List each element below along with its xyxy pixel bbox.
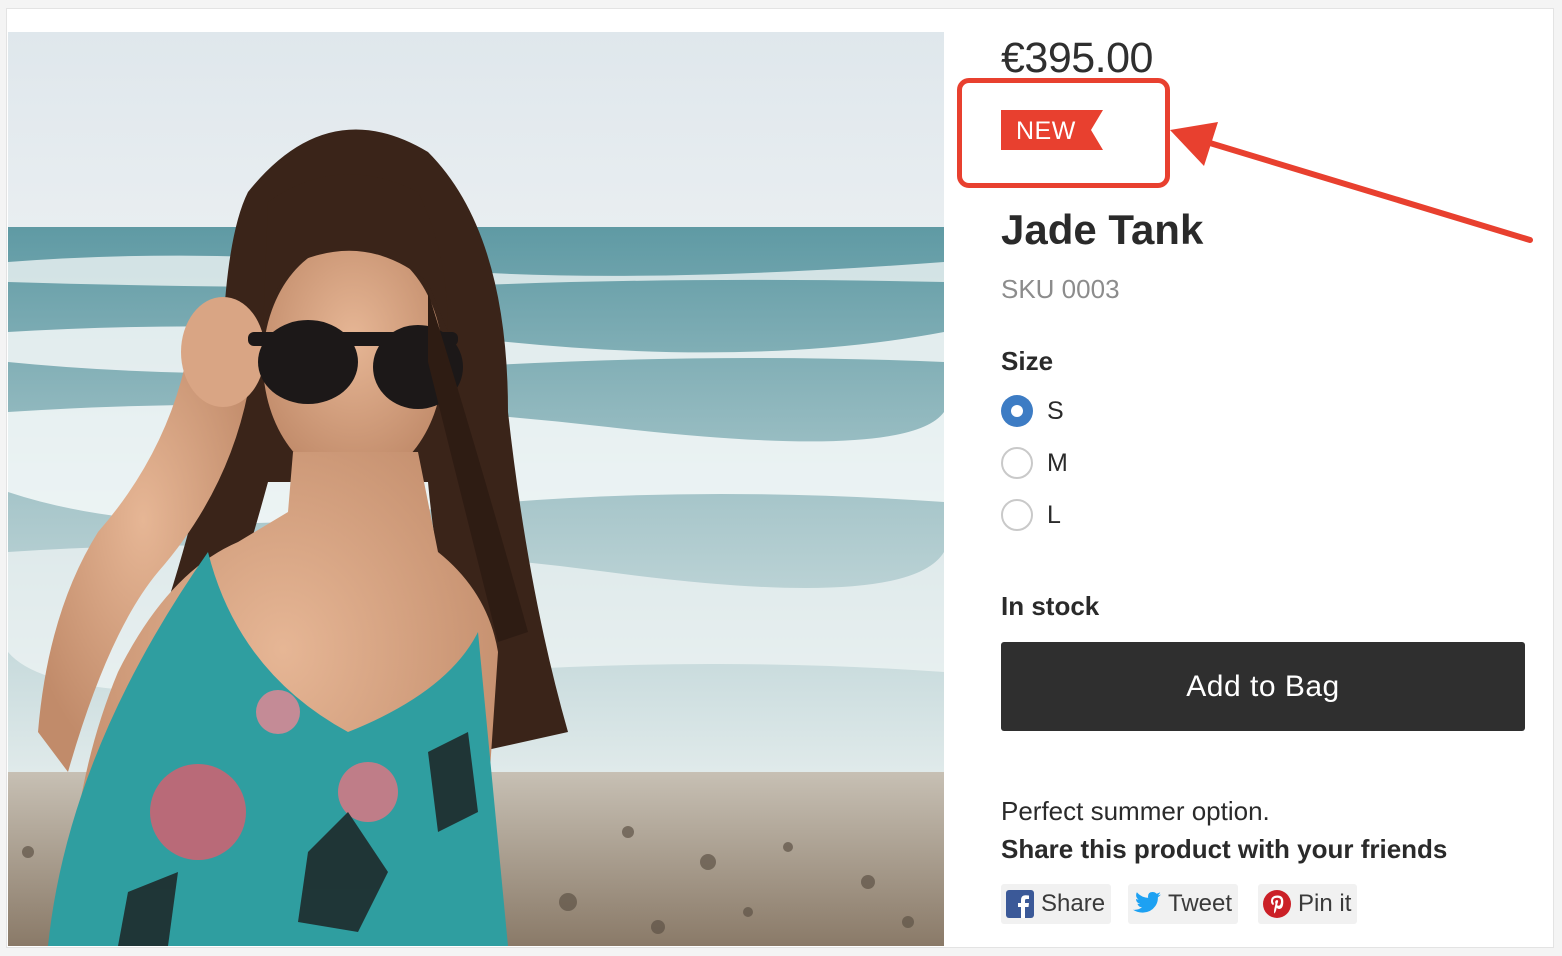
share-button-label: Pin it bbox=[1298, 890, 1352, 917]
size-option-l[interactable]: L bbox=[1001, 498, 1061, 532]
size-radio-s[interactable] bbox=[1001, 395, 1033, 427]
size-option-label: S bbox=[1047, 396, 1064, 425]
size-option-label: M bbox=[1047, 448, 1068, 477]
product-title: Jade Tank bbox=[1001, 206, 1204, 253]
pinterest-icon bbox=[1262, 889, 1292, 919]
product-sku: SKU 0003 bbox=[1001, 274, 1120, 304]
size-option-s[interactable]: S bbox=[1001, 394, 1064, 428]
share-facebook-button[interactable]: Share bbox=[1001, 884, 1112, 924]
share-button-label: Tweet bbox=[1168, 890, 1233, 917]
size-option-label: L bbox=[1047, 500, 1061, 529]
facebook-icon bbox=[1005, 889, 1035, 919]
add-to-bag-button[interactable]: Add to Bag bbox=[1001, 642, 1525, 731]
size-option-m[interactable]: M bbox=[1001, 446, 1068, 480]
stock-status: In stock bbox=[1001, 591, 1100, 621]
product-price: €395.00 bbox=[1001, 34, 1153, 82]
product-image bbox=[8, 32, 944, 946]
twitter-icon bbox=[1132, 889, 1162, 919]
size-label: Size bbox=[1001, 346, 1054, 376]
annotation-arrow-icon bbox=[1170, 122, 1533, 243]
size-radio-l[interactable] bbox=[1001, 499, 1033, 531]
share-button-label: Share bbox=[1041, 890, 1106, 917]
share-twitter-button[interactable]: Tweet bbox=[1128, 884, 1239, 924]
size-radio-m[interactable] bbox=[1001, 447, 1033, 479]
product-description: Perfect summer option. bbox=[1001, 796, 1270, 826]
share-heading: Share this product with your friends bbox=[1001, 834, 1448, 864]
share-pinterest-button[interactable]: Pin it bbox=[1258, 884, 1358, 924]
annotation-highlight-box bbox=[957, 78, 1170, 188]
